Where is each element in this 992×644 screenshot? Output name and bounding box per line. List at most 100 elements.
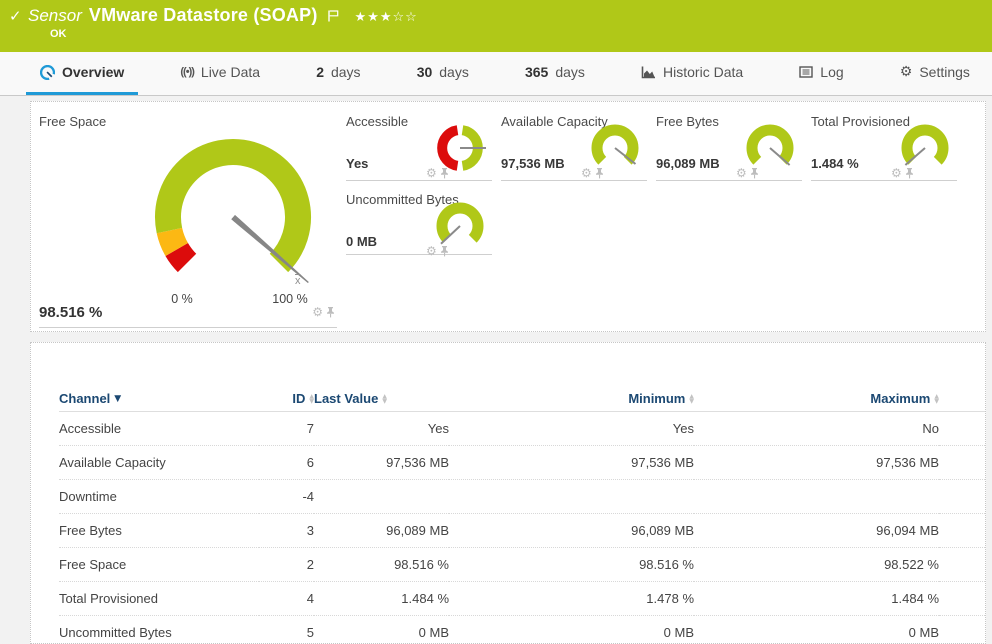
pin-icon[interactable] <box>440 167 449 179</box>
gauges-panel: Free Space 0 % 100 % x 98.516 % ⚙ Access… <box>30 101 986 332</box>
gauge-tile-uncommitted-bytes: Uncommitted Bytes 0 MB ⚙ <box>346 188 492 255</box>
stars-empty[interactable]: ☆☆ <box>393 10 418 25</box>
priority-stars[interactable]: ★★★☆☆ <box>355 10 418 25</box>
gauge-title: Free Bytes <box>656 114 719 129</box>
prtg-sensor-page: { "header": { "kind": "Sensor", "title":… <box>0 0 992 644</box>
table-row: Total Provisioned 4 1.484 % 1.478 % 1.48… <box>59 582 986 616</box>
gear-icon[interactable]: ⚙ <box>581 167 592 179</box>
settings-gear-icon: ⚙ <box>900 64 913 80</box>
gauge-value: 97,536 MB <box>501 156 565 171</box>
tab-label: Log <box>820 64 843 80</box>
stars-filled[interactable]: ★★★ <box>355 10 393 25</box>
tab-historic-data[interactable]: Historic Data <box>627 52 757 95</box>
channel-name-cell[interactable]: Accessible <box>59 412 259 446</box>
sort-icon: ▲▼ <box>382 394 387 404</box>
tab-settings[interactable]: ⚙ Settings <box>886 52 984 95</box>
gear-icon[interactable]: ⚙ <box>426 245 437 257</box>
table-header-row: Channel▼ ID▲▼ Last Value▲▼ Minimum▲▼ Max… <box>59 385 986 412</box>
tab-30-days[interactable]: 30 days <box>403 52 483 95</box>
gauge-value: 1.484 % <box>811 156 859 171</box>
channel-id-cell: 5 <box>259 616 314 644</box>
pin-icon[interactable] <box>440 245 449 257</box>
pin-icon[interactable] <box>326 306 335 318</box>
maximum-cell: 97,536 MB <box>694 446 939 480</box>
column-header-channel[interactable]: Channel▼ <box>59 385 259 412</box>
last-value-cell: 97,536 MB <box>314 446 449 480</box>
edit-channel-cell[interactable]: ⚙⚙ <box>939 514 986 548</box>
tab-label: days <box>331 64 361 80</box>
minimum-cell: 0 MB <box>449 616 694 644</box>
gauge-scale-min: 0 % <box>157 292 207 306</box>
maximum-cell: 98.522 % <box>694 548 939 582</box>
last-value-cell: 0 MB <box>314 616 449 644</box>
tab-365-days[interactable]: 365 days <box>511 52 599 95</box>
column-header-edit <box>939 385 986 412</box>
sensor-tabbar: Overview ((•)) Live Data 2 days 30 days … <box>0 52 992 96</box>
pin-icon[interactable] <box>595 167 604 179</box>
gear-icon[interactable]: ⚙ <box>426 167 437 179</box>
table-row: Available Capacity 6 97,536 MB 97,536 MB… <box>59 446 986 480</box>
live-data-icon: ((•)) <box>180 66 194 78</box>
sensor-status-badge: OK <box>50 28 67 40</box>
edit-channel-cell[interactable]: ⚙⚙ <box>939 446 986 480</box>
last-value-cell: 98.516 % <box>314 548 449 582</box>
tab-log[interactable]: Log <box>785 52 857 95</box>
tab-label: Overview <box>62 64 124 80</box>
maximum-cell <box>694 480 939 514</box>
tab-number: 2 <box>316 64 324 80</box>
historic-chart-icon <box>641 66 656 79</box>
sort-desc-icon: ▼ <box>114 394 121 404</box>
table-row: Downtime -4 ⚙⚙ <box>59 480 986 514</box>
edit-channel-cell[interactable]: ⚙⚙ <box>939 480 986 514</box>
sort-icon: ▲▼ <box>934 394 939 404</box>
channel-id-cell: 7 <box>259 412 314 446</box>
gauge-icon <box>40 65 55 80</box>
minimum-cell: 98.516 % <box>449 548 694 582</box>
channel-table: Channel▼ ID▲▼ Last Value▲▼ Minimum▲▼ Max… <box>59 385 986 644</box>
gauge-tile-free-space: Free Space 0 % 100 % x 98.516 % ⚙ <box>39 110 337 328</box>
channel-name-cell[interactable]: Free Bytes <box>59 514 259 548</box>
log-icon <box>799 66 813 78</box>
table-row: Free Space 2 98.516 % 98.516 % 98.522 % … <box>59 548 986 582</box>
channel-name-cell[interactable]: Available Capacity <box>59 446 259 480</box>
edit-channel-cell[interactable]: ⚙⚙ <box>939 548 986 582</box>
column-header-id[interactable]: ID▲▼ <box>259 385 314 412</box>
column-header-minimum[interactable]: Minimum▲▼ <box>449 385 694 412</box>
channel-id-cell: 3 <box>259 514 314 548</box>
edit-channel-cell[interactable]: ⚙⚙ <box>939 616 986 644</box>
pin-icon[interactable] <box>905 167 914 179</box>
sort-icon: ▲▼ <box>689 394 694 404</box>
gear-icon[interactable]: ⚙ <box>312 306 323 318</box>
gear-icon[interactable]: ⚙ <box>736 167 747 179</box>
channel-id-cell: 6 <box>259 446 314 480</box>
object-kind-label: Sensor <box>28 6 82 26</box>
channel-name-cell[interactable]: Total Provisioned <box>59 582 259 616</box>
tab-label: Historic Data <box>663 64 743 80</box>
gauge-tile-total-provisioned: Total Provisioned 1.484 % ⚙ <box>811 110 957 181</box>
column-header-maximum[interactable]: Maximum▲▼ <box>694 385 939 412</box>
last-value-cell: Yes <box>314 412 449 446</box>
tab-overview[interactable]: Overview <box>26 52 138 95</box>
edit-channel-cell[interactable]: ⚙⚙ <box>939 412 986 446</box>
tab-label: Live Data <box>201 64 260 80</box>
edit-channel-cell[interactable]: ⚙⚙ <box>939 582 986 616</box>
gear-icon[interactable]: ⚙ <box>891 167 902 179</box>
channel-name-cell[interactable]: Uncommitted Bytes <box>59 616 259 644</box>
minimum-cell: Yes <box>449 412 694 446</box>
column-header-last-value[interactable]: Last Value▲▼ <box>314 385 449 412</box>
channel-name-cell[interactable]: Downtime <box>59 480 259 514</box>
tab-label: days <box>555 64 585 80</box>
tab-live-data[interactable]: ((•)) Live Data <box>166 52 274 95</box>
last-value-cell: 1.484 % <box>314 582 449 616</box>
average-marker: x <box>295 275 301 287</box>
channel-name-cell[interactable]: Free Space <box>59 548 259 582</box>
tab-2-days[interactable]: 2 days <box>302 52 374 95</box>
minimum-cell: 1.478 % <box>449 582 694 616</box>
tab-label: days <box>439 64 469 80</box>
minimum-cell <box>449 480 694 514</box>
priority-flag-icon[interactable] <box>327 9 340 25</box>
minimum-cell: 97,536 MB <box>449 446 694 480</box>
pin-icon[interactable] <box>750 167 759 179</box>
tab-number: 365 <box>525 64 548 80</box>
gauge-value: 96,089 MB <box>656 156 720 171</box>
